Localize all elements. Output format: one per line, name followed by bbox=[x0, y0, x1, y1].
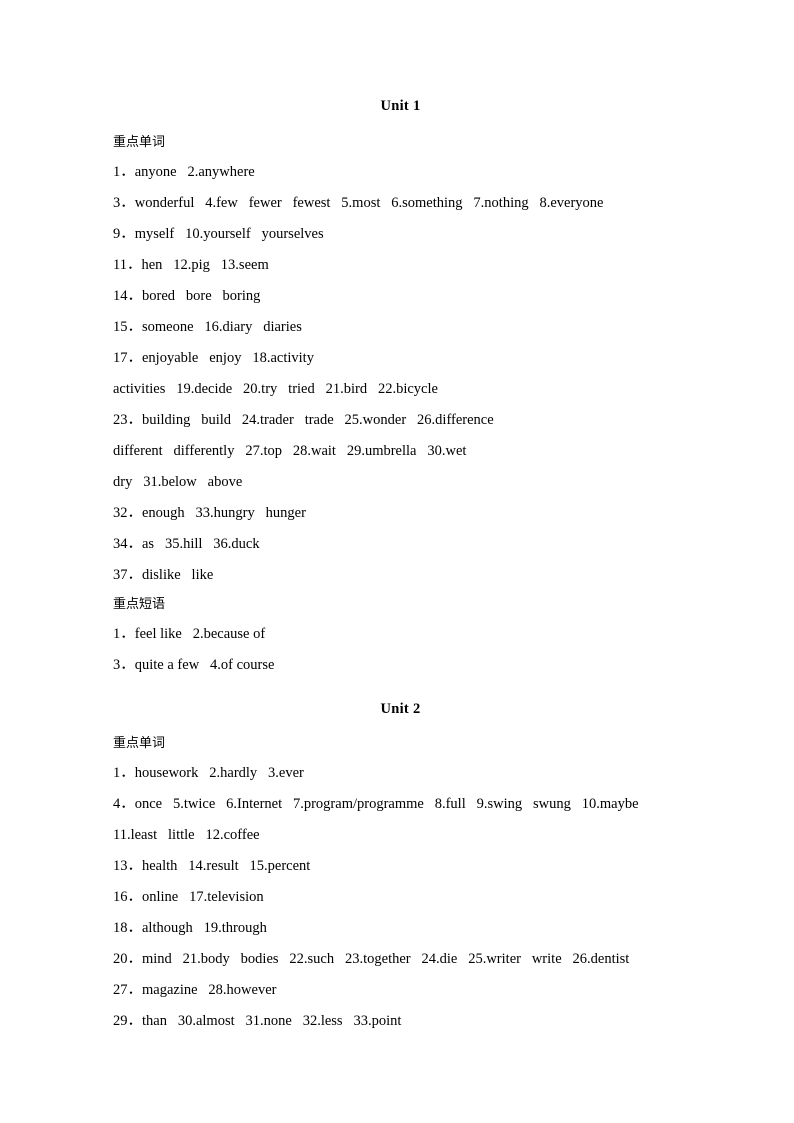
vocabulary-line: 32．enough 33.hungry hunger bbox=[113, 505, 306, 521]
vocabulary-line: 11．hen 12.pig 13.seem bbox=[113, 257, 269, 273]
vocabulary-line: 3．wonderful 4.few fewer fewest 5.most 6.… bbox=[113, 195, 604, 211]
phrase-line: 3．quite a few 4.of course bbox=[113, 657, 275, 673]
phrase-line: 1．feel like 2.because of bbox=[113, 626, 266, 642]
vocabulary-line: 1．anyone 2.anywhere bbox=[113, 164, 255, 180]
unit-heading-1: Unit 1 bbox=[380, 98, 421, 114]
vocabulary-line: 4．once 5.twice 6.Internet 7.program/prog… bbox=[113, 796, 639, 812]
unit-heading-2: Unit 2 bbox=[380, 701, 421, 717]
vocabulary-line: 14．bored bore boring bbox=[113, 288, 261, 304]
vocabulary-line: 34．as 35.hill 36.duck bbox=[113, 536, 260, 552]
vocabulary-line: different differently 27.top 28.wait 29.… bbox=[113, 443, 467, 459]
vocabulary-line: 17．enjoyable enjoy 18.activity bbox=[113, 350, 314, 366]
vocabulary-line: 16．online 17.television bbox=[113, 889, 264, 905]
vocabulary-line: 37．dislike like bbox=[113, 567, 214, 583]
vocabulary-line: 18．although 19.through bbox=[113, 920, 267, 936]
vocabulary-line: 1．housework 2.hardly 3.ever bbox=[113, 765, 304, 781]
document-page: Unit 1 重点单词 1．anyone 2.anywhere 3．wonder… bbox=[0, 0, 794, 1123]
vocabulary-line: dry 31.below above bbox=[113, 474, 243, 490]
vocabulary-line: 13．health 14.result 15.percent bbox=[113, 858, 311, 874]
section-heading-key-phrases-unit1: 重点短语 bbox=[113, 597, 166, 612]
vocabulary-line: 23．building build 24.trader trade 25.won… bbox=[113, 412, 494, 428]
vocabulary-line: 9．myself 10.yourself yourselves bbox=[113, 226, 324, 242]
vocabulary-line: activities 19.decide 20.try tried 21.bir… bbox=[113, 381, 438, 397]
document-content: Unit 1 重点单词 1．anyone 2.anywhere 3．wonder… bbox=[113, 96, 688, 1037]
vocabulary-line: 20．mind 21.body bodies 22.such 23.togeth… bbox=[113, 951, 630, 967]
section-heading-key-words-unit1: 重点单词 bbox=[113, 135, 166, 150]
vocabulary-line: 11.least little 12.coffee bbox=[113, 827, 260, 843]
vocabulary-line: 27．magazine 28.however bbox=[113, 982, 277, 998]
section-heading-key-words-unit2: 重点单词 bbox=[113, 736, 166, 751]
vocabulary-line: 15．someone 16.diary diaries bbox=[113, 319, 302, 335]
vocabulary-line: 29．than 30.almost 31.none 32.less 33.poi… bbox=[113, 1013, 402, 1029]
